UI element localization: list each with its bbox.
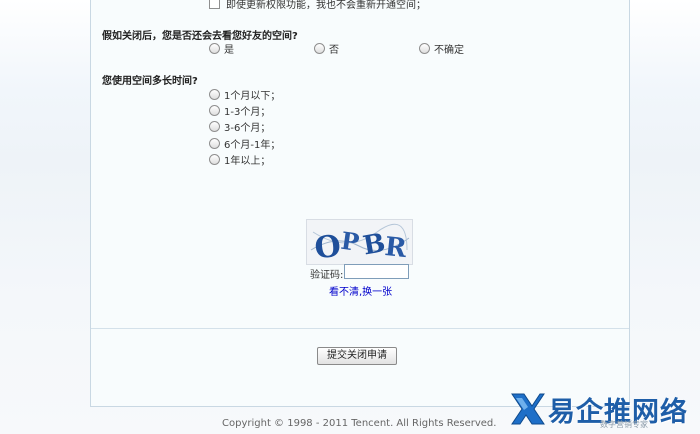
radio-option-duration-1[interactable]: 1个月以下； [209,87,281,102]
watermark: 易企推网络 数字营销专家 [508,386,698,432]
radio-button[interactable] [419,42,430,54]
option-no-reopen[interactable]: 即使更新权限功能，我也不会重新开通空间； [209,0,426,11]
question-duration-title: 您使用空间多长时间? [102,76,198,87]
submit-close-request-button[interactable]: 提交关闭申请 [317,347,397,365]
form-panel [90,0,630,407]
copyright-text: Copyright © 1998 - 2011 Tencent. All Rig… [222,418,497,429]
radio-option-duration-2[interactable]: 1-3个月； [209,103,271,118]
option-label: 3-6个月； [224,122,271,134]
radio-option-unsure[interactable]: 不确定 [419,41,464,56]
option-label: 不确定 [434,44,464,56]
option-label: 6个月-1年； [224,139,281,151]
radio-button[interactable] [209,120,220,132]
radio-button[interactable] [209,153,220,165]
radio-button[interactable] [314,42,325,54]
option-label: 是 [224,44,234,56]
watermark-logo-icon [511,393,545,425]
captcha-label: 验证码: [310,270,344,281]
radio-button[interactable] [209,42,220,54]
option-label: 1个月以下； [224,90,281,102]
option-label: 1-3个月； [224,106,271,118]
option-label: 否 [329,44,339,56]
captcha-image: O P B R [306,219,413,265]
radio-option-no[interactable]: 否 [314,41,339,56]
captcha-glyph: P [339,226,361,257]
checkbox[interactable] [209,0,220,9]
radio-button[interactable] [209,104,220,116]
radio-option-duration-5[interactable]: 1年以上； [209,152,271,167]
watermark-subtext: 数字营销专家 [600,420,648,429]
radio-option-duration-3[interactable]: 3-6个月； [209,119,271,134]
captcha-refresh-link[interactable]: 看不清,换一张 [329,283,392,298]
captcha-glyph: O [313,229,343,264]
option-label: 1年以上； [224,155,271,167]
captcha-glyph: R [383,232,408,264]
section-divider [91,328,629,329]
radio-option-duration-4[interactable]: 6个月-1年； [209,136,281,151]
radio-button[interactable] [209,137,220,149]
option-label: 即使更新权限功能，我也不会重新开通空间； [226,0,426,11]
radio-button[interactable] [209,88,220,100]
question-revisit-title: 假如关闭后，您是否还会去看您好友的空间? [102,31,298,42]
captcha-input[interactable] [344,264,409,279]
radio-option-yes[interactable]: 是 [209,41,234,56]
